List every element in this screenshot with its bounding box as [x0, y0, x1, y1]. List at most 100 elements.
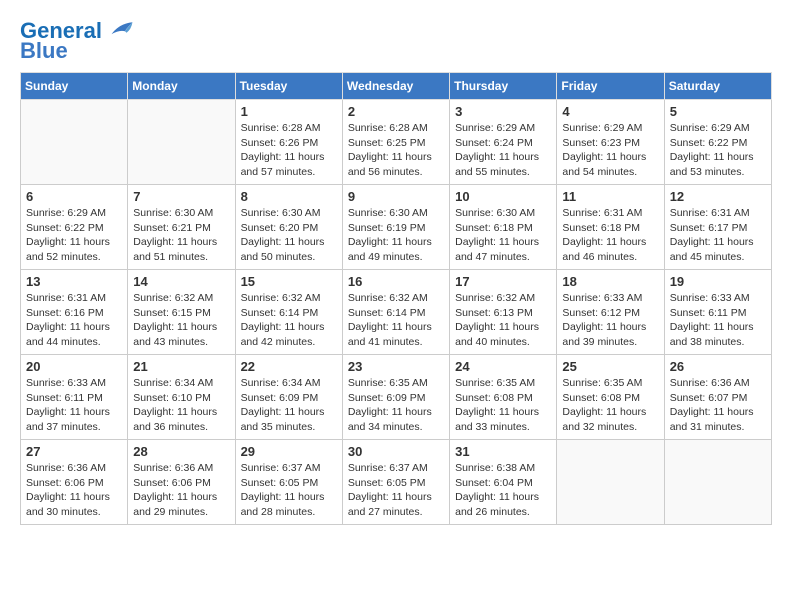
- logo: General Blue: [20, 20, 134, 62]
- day-info: Sunrise: 6:29 AMSunset: 6:22 PMDaylight:…: [670, 121, 766, 180]
- day-number: 13: [26, 274, 122, 289]
- day-number: 22: [241, 359, 337, 374]
- day-info: Sunrise: 6:32 AMSunset: 6:15 PMDaylight:…: [133, 291, 229, 350]
- day-info: Sunrise: 6:36 AMSunset: 6:06 PMDaylight:…: [133, 461, 229, 520]
- calendar-week-row: 13 Sunrise: 6:31 AMSunset: 6:16 PMDayligh…: [21, 270, 772, 355]
- day-info: Sunrise: 6:31 AMSunset: 6:16 PMDaylight:…: [26, 291, 122, 350]
- day-info: Sunrise: 6:31 AMSunset: 6:18 PMDaylight:…: [562, 206, 658, 265]
- day-number: 4: [562, 104, 658, 119]
- day-number: 16: [348, 274, 444, 289]
- day-info: Sunrise: 6:37 AMSunset: 6:05 PMDaylight:…: [348, 461, 444, 520]
- day-number: 15: [241, 274, 337, 289]
- day-number: 25: [562, 359, 658, 374]
- calendar-cell: 14 Sunrise: 6:32 AMSunset: 6:15 PMDayligh…: [128, 270, 235, 355]
- day-info: Sunrise: 6:31 AMSunset: 6:17 PMDaylight:…: [670, 206, 766, 265]
- day-number: 5: [670, 104, 766, 119]
- calendar-cell: 28Sunrise: 6:36 AMSunset: 6:06 PMDayligh…: [128, 440, 235, 525]
- day-number: 7: [133, 189, 229, 204]
- calendar-cell: 30 Sunrise: 6:37 AMSunset: 6:05 PMDayligh…: [342, 440, 449, 525]
- calendar-cell: 18Sunrise: 6:33 AMSunset: 6:12 PMDayligh…: [557, 270, 664, 355]
- day-info: Sunrise: 6:29 AMSunset: 6:24 PMDaylight:…: [455, 121, 551, 180]
- day-number: 8: [241, 189, 337, 204]
- calendar-cell: [557, 440, 664, 525]
- day-info: Sunrise: 6:35 AMSunset: 6:08 PMDaylight:…: [562, 376, 658, 435]
- calendar-cell: 23 Sunrise: 6:35 AMSunset: 6:09 PMDayligh…: [342, 355, 449, 440]
- day-info: Sunrise: 6:34 AMSunset: 6:09 PMDaylight:…: [241, 376, 337, 435]
- calendar-cell: 11 Sunrise: 6:31 AMSunset: 6:18 PMDayligh…: [557, 185, 664, 270]
- calendar-cell: 8Sunrise: 6:30 AMSunset: 6:20 PMDaylight…: [235, 185, 342, 270]
- calendar-cell: 6Sunrise: 6:29 AMSunset: 6:22 PMDaylight…: [21, 185, 128, 270]
- logo-bird-icon: [104, 20, 134, 38]
- day-number: 29: [241, 444, 337, 459]
- day-info: Sunrise: 6:38 AMSunset: 6:04 PMDaylight:…: [455, 461, 551, 520]
- calendar-cell: 27 Sunrise: 6:36 AMSunset: 6:06 PMDayligh…: [21, 440, 128, 525]
- calendar-cell: [664, 440, 771, 525]
- day-info: Sunrise: 6:33 AMSunset: 6:11 PMDaylight:…: [26, 376, 122, 435]
- page-header: General Blue: [20, 20, 772, 62]
- day-info: Sunrise: 6:35 AMSunset: 6:09 PMDaylight:…: [348, 376, 444, 435]
- day-info: Sunrise: 6:28 AMSunset: 6:26 PMDaylight:…: [241, 121, 337, 180]
- day-number: 2: [348, 104, 444, 119]
- calendar-cell: 22 Sunrise: 6:34 AMSunset: 6:09 PMDayligh…: [235, 355, 342, 440]
- day-number: 11: [562, 189, 658, 204]
- day-number: 23: [348, 359, 444, 374]
- calendar-week-row: 27 Sunrise: 6:36 AMSunset: 6:06 PMDayligh…: [21, 440, 772, 525]
- calendar-cell: 24 Sunrise: 6:35 AMSunset: 6:08 PMDayligh…: [450, 355, 557, 440]
- day-info: Sunrise: 6:36 AMSunset: 6:06 PMDaylight:…: [26, 461, 122, 520]
- calendar-cell: 5 Sunrise: 6:29 AMSunset: 6:22 PMDaylight…: [664, 100, 771, 185]
- weekday-header-friday: Friday: [557, 73, 664, 100]
- calendar-cell: 31Sunrise: 6:38 AMSunset: 6:04 PMDayligh…: [450, 440, 557, 525]
- calendar-table: SundayMondayTuesdayWednesdayThursdayFrid…: [20, 72, 772, 525]
- day-info: Sunrise: 6:29 AMSunset: 6:23 PMDaylight:…: [562, 121, 658, 180]
- calendar-cell: 4 Sunrise: 6:29 AMSunset: 6:23 PMDaylight…: [557, 100, 664, 185]
- calendar-cell: 9 Sunrise: 6:30 AMSunset: 6:19 PMDaylight…: [342, 185, 449, 270]
- day-number: 26: [670, 359, 766, 374]
- weekday-header-wednesday: Wednesday: [342, 73, 449, 100]
- calendar-week-row: 6Sunrise: 6:29 AMSunset: 6:22 PMDaylight…: [21, 185, 772, 270]
- day-number: 30: [348, 444, 444, 459]
- calendar-cell: 3Sunrise: 6:29 AMSunset: 6:24 PMDaylight…: [450, 100, 557, 185]
- day-info: Sunrise: 6:32 AMSunset: 6:14 PMDaylight:…: [348, 291, 444, 350]
- day-number: 9: [348, 189, 444, 204]
- weekday-header-saturday: Saturday: [664, 73, 771, 100]
- calendar-cell: [128, 100, 235, 185]
- day-number: 21: [133, 359, 229, 374]
- calendar-cell: 2 Sunrise: 6:28 AMSunset: 6:25 PMDaylight…: [342, 100, 449, 185]
- weekday-header-tuesday: Tuesday: [235, 73, 342, 100]
- day-info: Sunrise: 6:30 AMSunset: 6:19 PMDaylight:…: [348, 206, 444, 265]
- weekday-header-thursday: Thursday: [450, 73, 557, 100]
- calendar-cell: 29Sunrise: 6:37 AMSunset: 6:05 PMDayligh…: [235, 440, 342, 525]
- calendar-cell: 21 Sunrise: 6:34 AMSunset: 6:10 PMDayligh…: [128, 355, 235, 440]
- day-info: Sunrise: 6:33 AMSunset: 6:12 PMDaylight:…: [562, 291, 658, 350]
- weekday-header-monday: Monday: [128, 73, 235, 100]
- day-number: 24: [455, 359, 551, 374]
- calendar-cell: 1 Sunrise: 6:28 AMSunset: 6:26 PMDaylight…: [235, 100, 342, 185]
- calendar-cell: 17Sunrise: 6:32 AMSunset: 6:13 PMDayligh…: [450, 270, 557, 355]
- day-info: Sunrise: 6:30 AMSunset: 6:21 PMDaylight:…: [133, 206, 229, 265]
- day-info: Sunrise: 6:32 AMSunset: 6:13 PMDaylight:…: [455, 291, 551, 350]
- calendar-cell: 20Sunrise: 6:33 AMSunset: 6:11 PMDayligh…: [21, 355, 128, 440]
- weekday-header-sunday: Sunday: [21, 73, 128, 100]
- day-info: Sunrise: 6:36 AMSunset: 6:07 PMDaylight:…: [670, 376, 766, 435]
- calendar-cell: 10Sunrise: 6:30 AMSunset: 6:18 PMDayligh…: [450, 185, 557, 270]
- calendar-cell: 13 Sunrise: 6:31 AMSunset: 6:16 PMDayligh…: [21, 270, 128, 355]
- day-number: 14: [133, 274, 229, 289]
- day-number: 19: [670, 274, 766, 289]
- calendar-cell: 16 Sunrise: 6:32 AMSunset: 6:14 PMDayligh…: [342, 270, 449, 355]
- day-number: 1: [241, 104, 337, 119]
- calendar-week-row: 1 Sunrise: 6:28 AMSunset: 6:26 PMDaylight…: [21, 100, 772, 185]
- calendar-cell: 19Sunrise: 6:33 AMSunset: 6:11 PMDayligh…: [664, 270, 771, 355]
- calendar-cell: 15 Sunrise: 6:32 AMSunset: 6:14 PMDayligh…: [235, 270, 342, 355]
- calendar-week-row: 20Sunrise: 6:33 AMSunset: 6:11 PMDayligh…: [21, 355, 772, 440]
- logo-blue-text: Blue: [20, 40, 68, 62]
- calendar-header-row: SundayMondayTuesdayWednesdayThursdayFrid…: [21, 73, 772, 100]
- calendar-cell: 25 Sunrise: 6:35 AMSunset: 6:08 PMDayligh…: [557, 355, 664, 440]
- calendar-cell: [21, 100, 128, 185]
- day-number: 27: [26, 444, 122, 459]
- day-info: Sunrise: 6:35 AMSunset: 6:08 PMDaylight:…: [455, 376, 551, 435]
- day-info: Sunrise: 6:28 AMSunset: 6:25 PMDaylight:…: [348, 121, 444, 180]
- day-info: Sunrise: 6:30 AMSunset: 6:18 PMDaylight:…: [455, 206, 551, 265]
- calendar-cell: 7 Sunrise: 6:30 AMSunset: 6:21 PMDaylight…: [128, 185, 235, 270]
- day-info: Sunrise: 6:32 AMSunset: 6:14 PMDaylight:…: [241, 291, 337, 350]
- day-info: Sunrise: 6:34 AMSunset: 6:10 PMDaylight:…: [133, 376, 229, 435]
